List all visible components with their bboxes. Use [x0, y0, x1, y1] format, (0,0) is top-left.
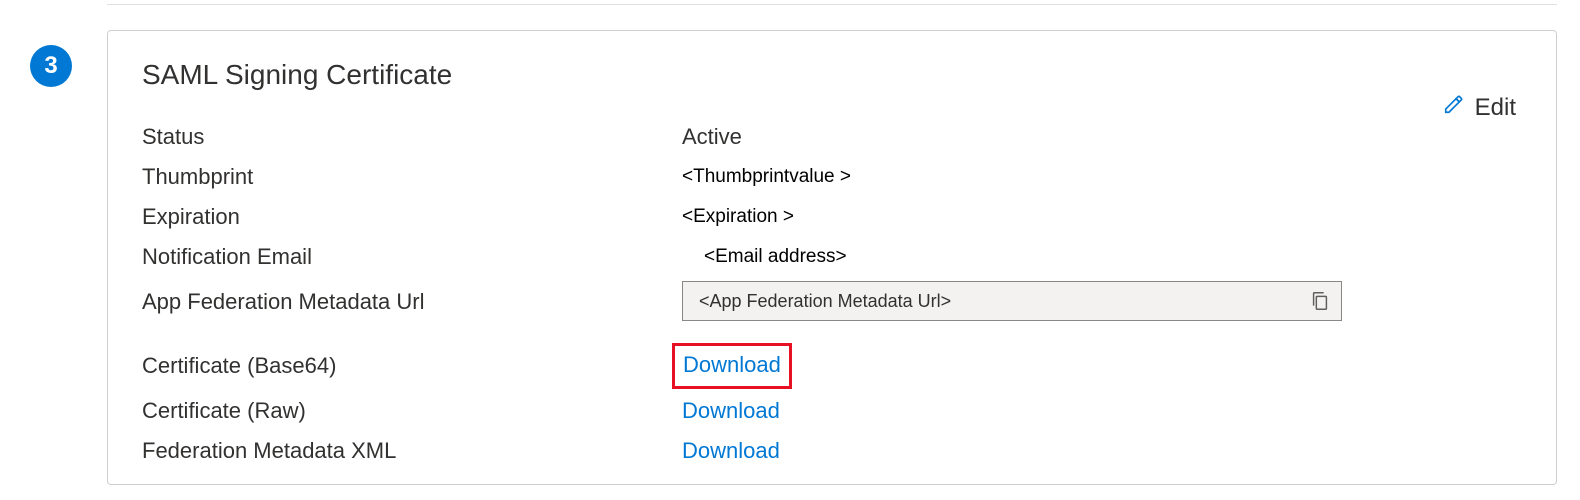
notification-email-value: <Email address>: [682, 239, 1522, 275]
card-title: SAML Signing Certificate: [142, 59, 1522, 91]
cert-base64-label: Certificate (Base64): [142, 348, 682, 384]
notification-email-label: Notification Email: [142, 239, 682, 275]
expiration-value: <Expiration >: [682, 199, 1522, 235]
edit-button[interactable]: Edit: [1443, 93, 1516, 122]
download-highlight: Download: [672, 343, 792, 389]
step-number: 3: [44, 52, 57, 80]
thumbprint-value: <Thumbprintvalue >: [682, 159, 1522, 195]
top-divider: [107, 0, 1557, 5]
pencil-icon: [1443, 93, 1465, 122]
step-number-badge: 3: [30, 45, 72, 87]
saml-signing-certificate-card: SAML Signing Certificate Edit Status Act…: [107, 30, 1557, 485]
edit-label: Edit: [1475, 94, 1516, 122]
download-cert-raw-link[interactable]: Download: [682, 393, 780, 429]
download-cert-base64-link[interactable]: Download: [683, 347, 781, 383]
copy-icon[interactable]: [1309, 290, 1331, 312]
status-value: Active: [682, 119, 1522, 155]
app-federation-url-value: <App Federation Metadata Url>: [699, 291, 1309, 312]
status-label: Status: [142, 119, 682, 155]
app-federation-url-field-wrapper: <App Federation Metadata Url>: [682, 279, 1522, 325]
fed-metadata-xml-value-cell: Download: [682, 433, 1522, 469]
app-federation-url-field[interactable]: <App Federation Metadata Url>: [682, 281, 1342, 321]
cert-raw-label: Certificate (Raw): [142, 393, 682, 429]
fields-grid: Status Active Thumbprint <Thumbprintvalu…: [142, 119, 1522, 469]
cert-base64-value-cell: Download: [682, 343, 1522, 389]
fed-metadata-xml-label: Federation Metadata XML: [142, 433, 682, 469]
expiration-label: Expiration: [142, 199, 682, 235]
spacer: [142, 329, 1522, 339]
cert-raw-value-cell: Download: [682, 393, 1522, 429]
thumbprint-label: Thumbprint: [142, 159, 682, 195]
download-fed-metadata-xml-link[interactable]: Download: [682, 433, 780, 469]
app-federation-url-label: App Federation Metadata Url: [142, 284, 682, 320]
